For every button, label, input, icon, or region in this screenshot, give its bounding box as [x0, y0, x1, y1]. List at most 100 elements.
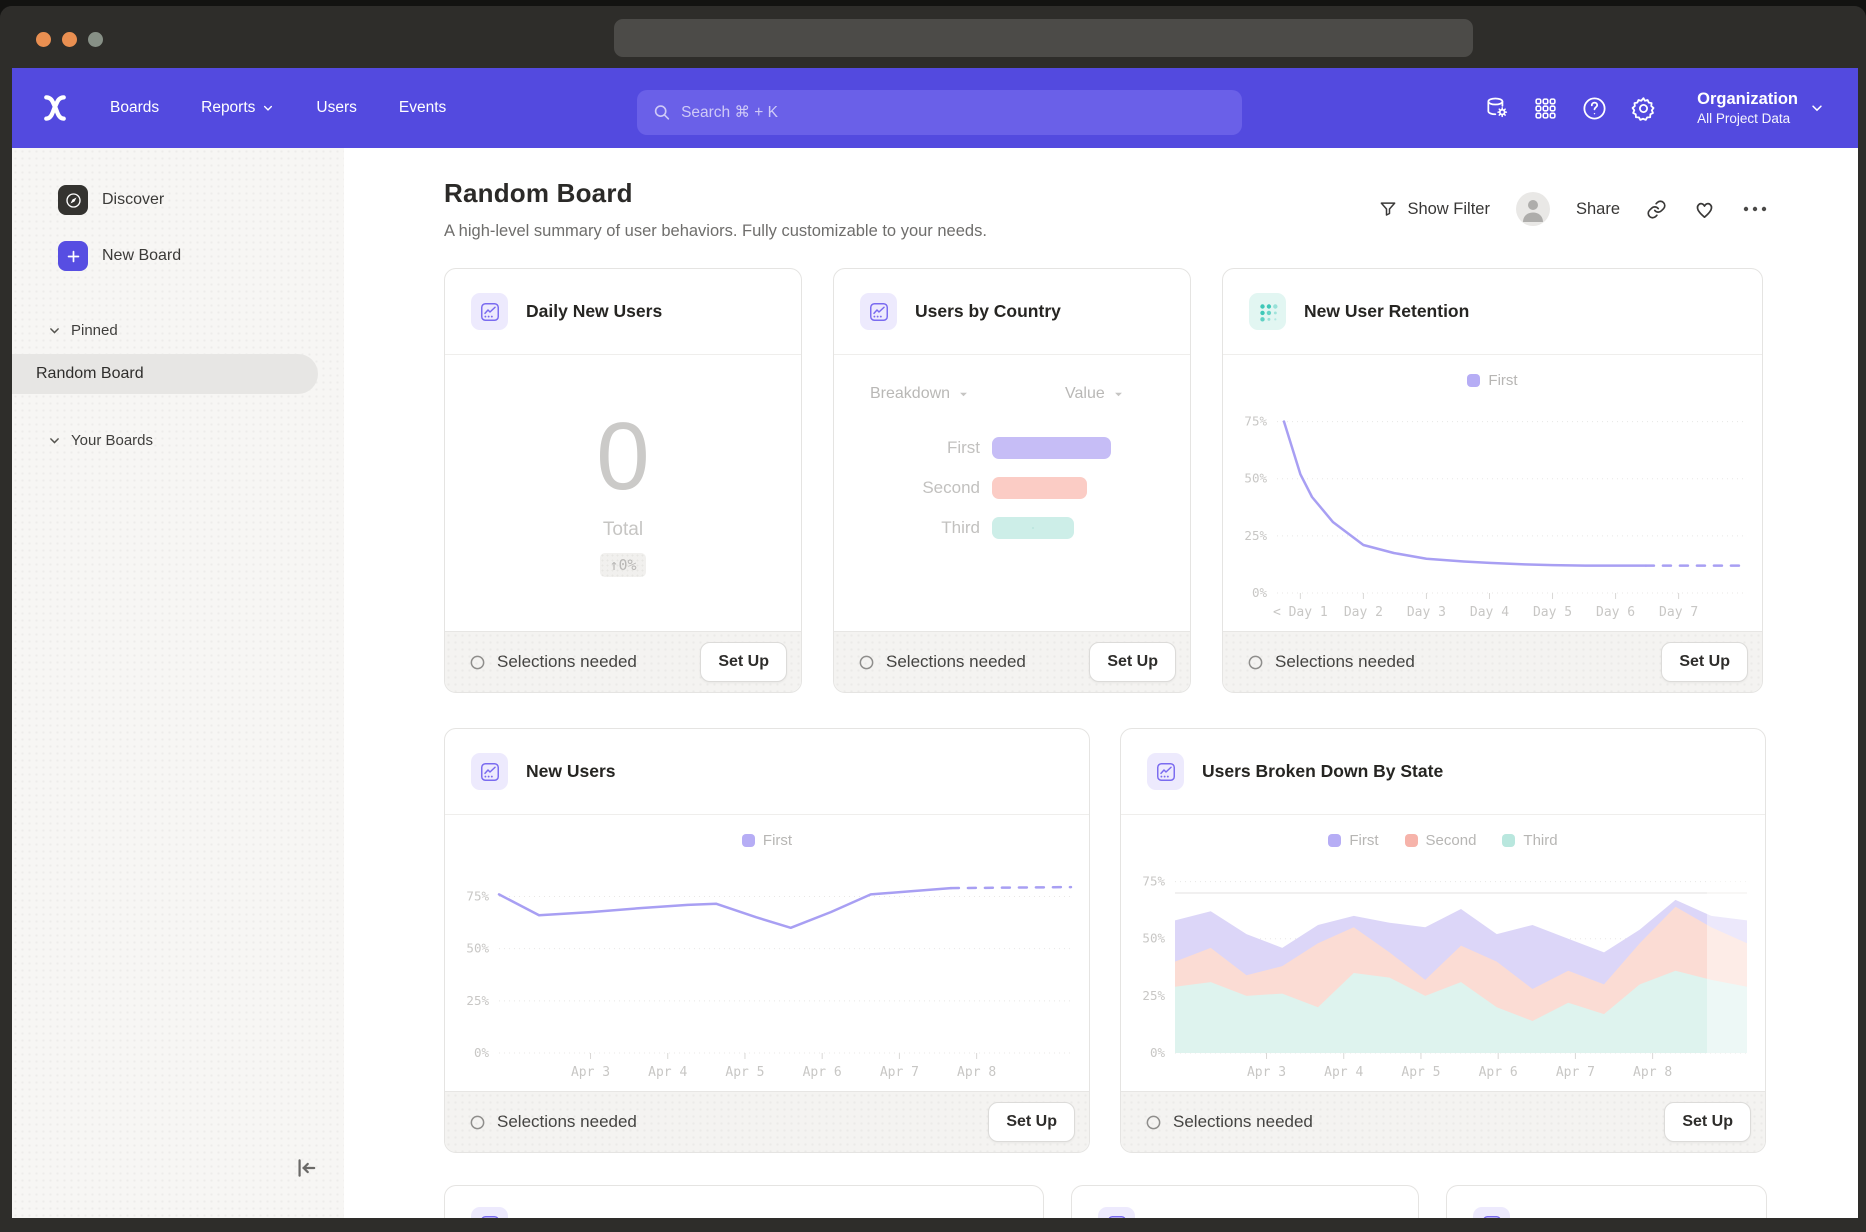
card-title: Insights Report	[1153, 1215, 1281, 1219]
chart-legend: First	[445, 815, 1089, 849]
svg-text:75%: 75%	[1142, 874, 1165, 889]
svg-text:Apr 8: Apr 8	[957, 1065, 996, 1080]
card-users-by-state: Users Broken Down By State FirstSecondTh…	[1120, 728, 1766, 1153]
svg-text:< Day 1: < Day 1	[1273, 605, 1328, 620]
sidebar-section-pinned[interactable]: Pinned	[12, 318, 344, 342]
help-icon[interactable]	[1581, 95, 1608, 122]
svg-text:25%: 25%	[466, 993, 489, 1008]
country-bar-list: First Second Third	[834, 437, 1190, 539]
dropdown-label: Value	[1065, 385, 1105, 403]
line-chart-icon	[471, 293, 508, 330]
section-label: Pinned	[71, 322, 118, 339]
settings-gear-icon[interactable]	[1630, 95, 1657, 122]
new-users-line-chart: 75%50%25%0%Apr 3Apr 4Apr 5Apr 6Apr 7Apr …	[445, 849, 1087, 1087]
search-bar[interactable]	[637, 90, 1242, 135]
set-up-button[interactable]: Set Up	[1089, 642, 1176, 682]
sidebar-item-random-board[interactable]: Random Board	[12, 354, 318, 394]
radio-circle-icon	[469, 1114, 486, 1131]
page-subtitle: A high-level summary of user behaviors. …	[444, 222, 987, 241]
card-stacked-line-graph: Stacked Line Graph	[444, 1185, 1044, 1218]
line-chart-icon	[471, 753, 508, 790]
board-header: Random Board A high-level summary of use…	[444, 178, 1768, 241]
sidebar-collapse-icon[interactable]	[292, 1154, 320, 1182]
card-footer: Selections needed Set Up	[445, 631, 801, 692]
link-icon	[1646, 199, 1667, 220]
radio-circle-icon	[858, 654, 875, 671]
card-footer: Selections needed Set Up	[1121, 1091, 1765, 1152]
more-options-button[interactable]	[1742, 204, 1768, 214]
sidebar-item-label: Random Board	[36, 365, 144, 383]
card-header: Users Broken Down By State	[1121, 729, 1765, 815]
value-dropdown[interactable]: Value	[1065, 385, 1124, 403]
set-up-button[interactable]: Set Up	[1661, 642, 1748, 682]
sidebar-item-new-board[interactable]: New Board	[12, 240, 344, 272]
search-input[interactable]	[681, 104, 1226, 122]
nav-item-label: Reports	[201, 99, 255, 117]
svg-text:Day 6: Day 6	[1596, 605, 1635, 620]
nav-item-label: Users	[316, 99, 356, 117]
set-up-button[interactable]: Set Up	[700, 642, 787, 682]
svg-text:Apr 8: Apr 8	[1633, 1065, 1672, 1080]
legend-item: First	[742, 832, 792, 849]
window-close-button[interactable]	[36, 32, 51, 47]
card-body: 0 Total ↑0%	[445, 355, 801, 631]
svg-text:Day 4: Day 4	[1470, 605, 1509, 620]
sidebar-item-label: New Board	[102, 247, 181, 265]
svg-text:75%: 75%	[1244, 414, 1267, 429]
card-active-users: Active Users	[1446, 1185, 1767, 1218]
svg-text:50%: 50%	[466, 941, 489, 956]
svg-text:Apr 7: Apr 7	[880, 1065, 919, 1080]
share-button[interactable]: Share	[1576, 200, 1620, 219]
avatar[interactable]	[1516, 192, 1550, 226]
sidebar: Discover New Board Pinned Random Board	[12, 148, 344, 1218]
svg-text:Apr 5: Apr 5	[725, 1065, 764, 1080]
nav-item-boards[interactable]: Boards	[94, 91, 175, 125]
card-footer: Selections needed Set Up	[1223, 631, 1762, 692]
card-row-1: Daily New Users 0 Total ↑0%	[444, 268, 1763, 693]
org-name: Organization	[1697, 90, 1798, 109]
set-up-button[interactable]: Set Up	[1664, 1102, 1751, 1142]
board-actions: Show Filter Share	[1378, 192, 1768, 226]
svg-text:Day 7: Day 7	[1659, 605, 1698, 620]
copy-link-button[interactable]	[1646, 199, 1667, 220]
url-bar[interactable]	[614, 19, 1473, 57]
nav-item-users[interactable]: Users	[300, 91, 372, 125]
radio-circle-icon	[1145, 1114, 1162, 1131]
legend-item: Second	[1405, 832, 1477, 849]
favorite-button[interactable]	[1693, 198, 1716, 221]
window-minimize-button[interactable]	[62, 32, 77, 47]
svg-text:Apr 7: Apr 7	[1556, 1065, 1595, 1080]
chevron-down-icon	[48, 434, 61, 447]
browser-window: Boards Reports Users Events	[0, 6, 1866, 1232]
svg-text:0%: 0%	[474, 1045, 490, 1060]
heart-icon	[1693, 198, 1716, 221]
bar-label: Third	[834, 518, 980, 538]
show-filter-label: Show Filter	[1407, 200, 1490, 219]
section-label: Your Boards	[71, 432, 153, 449]
sidebar-section-your-boards[interactable]: Your Boards	[12, 428, 344, 452]
breakdown-dropdown[interactable]: Breakdown	[870, 385, 969, 403]
nav-item-label: Events	[399, 99, 446, 117]
chevron-down-icon	[1810, 101, 1824, 115]
nav-item-reports[interactable]: Reports	[185, 91, 290, 125]
nav-item-events[interactable]: Events	[383, 91, 462, 125]
metric-label: Total	[603, 519, 643, 541]
line-chart-icon	[1473, 1207, 1510, 1219]
apps-grid-icon[interactable]	[1532, 95, 1559, 122]
org-switcher[interactable]: Organization All Project Data	[1697, 90, 1824, 126]
data-management-icon[interactable]	[1483, 95, 1510, 122]
window-zoom-button[interactable]	[88, 32, 103, 47]
radio-circle-icon	[1247, 654, 1264, 671]
set-up-button[interactable]: Set Up	[988, 1102, 1075, 1142]
bar-label: Second	[834, 478, 980, 498]
nav-items: Boards Reports Users Events	[94, 91, 462, 125]
card-header: New Users	[445, 729, 1089, 815]
sidebar-item-discover[interactable]: Discover	[12, 184, 344, 216]
top-nav: Boards Reports Users Events	[12, 68, 1858, 148]
card-title: New Users	[526, 761, 616, 782]
svg-text:Day 2: Day 2	[1344, 605, 1383, 620]
show-filter-button[interactable]: Show Filter	[1378, 199, 1490, 219]
chart-legend: FirstSecondThird	[1121, 815, 1765, 849]
legend-item: First	[1467, 372, 1517, 389]
mixpanel-logo-icon[interactable]	[40, 93, 70, 123]
